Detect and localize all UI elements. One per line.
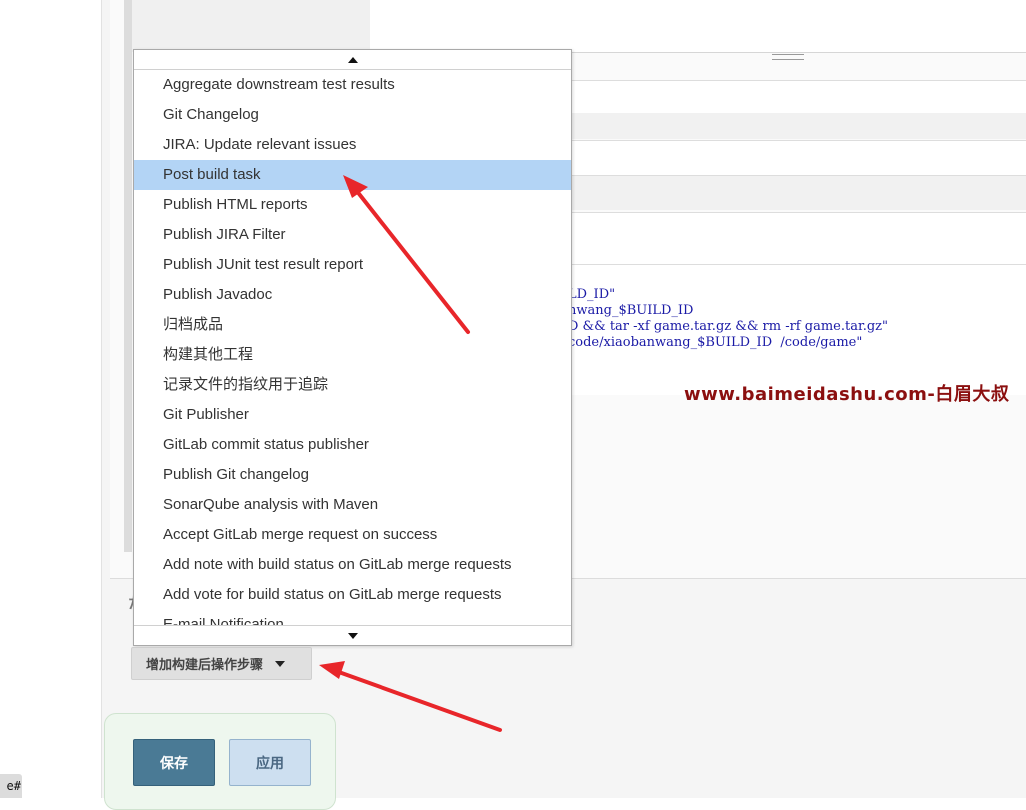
scroll-up-arrow-icon (347, 56, 358, 63)
corner-tag: e# (0, 774, 22, 798)
command-textarea-top[interactable] (370, 0, 1026, 53)
dropdown-scroll-up[interactable] (134, 50, 571, 70)
form-row (570, 80, 1026, 114)
dropdown-item[interactable]: Publish HTML reports (134, 190, 571, 220)
dropdown-item[interactable]: JIRA: Update relevant issues (134, 130, 571, 160)
dropdown-item[interactable]: 归档成品 (134, 310, 571, 340)
left-margin (0, 0, 102, 798)
dropdown-scroll-down[interactable] (134, 625, 571, 645)
chevron-down-icon (275, 660, 286, 667)
dropdown-item[interactable]: Git Changelog (134, 100, 571, 130)
scroll-down-arrow-icon (347, 632, 358, 639)
save-button[interactable]: 保存 (133, 739, 215, 786)
apply-button[interactable]: 应用 (229, 739, 311, 786)
dropdown-list: Aggregate downstream test results Git Ch… (134, 70, 571, 625)
code-line: LD_ID" (568, 287, 616, 302)
dropdown-item[interactable]: Add note with build status on GitLab mer… (134, 550, 571, 580)
shell-command-textarea[interactable]: LD_ID" nwang_$BUILD_ID D && tar -xf game… (568, 264, 1026, 395)
textarea-resize-handle[interactable] (772, 54, 804, 60)
dropdown-item[interactable]: Publish JIRA Filter (134, 220, 571, 250)
dropdown-item[interactable]: SonarQube analysis with Maven (134, 490, 571, 520)
dropdown-item[interactable]: GitLab commit status publisher (134, 430, 571, 460)
form-row-label (570, 113, 1026, 139)
post-build-step-dropdown[interactable]: Aggregate downstream test results Git Ch… (133, 49, 572, 646)
code-line: D && tar -xf game.tar.gz && rm -rf game.… (568, 319, 889, 334)
code-line: code/xiaobanwang_$BUILD_ID /code/game" (568, 335, 863, 350)
form-row (570, 212, 1026, 266)
section-rail (124, 0, 132, 552)
dropdown-item[interactable]: Aggregate downstream test results (134, 70, 571, 100)
dropdown-item[interactable]: Add vote for build status on GitLab merg… (134, 580, 571, 610)
form-row (570, 140, 1026, 176)
dropdown-item[interactable]: Accept GitLab merge request on success (134, 520, 571, 550)
dropdown-item[interactable]: Publish Git changelog (134, 460, 571, 490)
dropdown-item[interactable]: Publish Javadoc (134, 280, 571, 310)
dropdown-item[interactable]: 记录文件的指纹用于追踪 (134, 370, 571, 400)
add-post-build-step-label: 增加构建后操作步骤 (146, 658, 264, 673)
code-line: nwang_$BUILD_ID (568, 303, 694, 318)
watermark: www.baimeidashu.com-白眉大叔 (684, 384, 1010, 405)
dropdown-item[interactable]: Git Publisher (134, 400, 571, 430)
form-row-label (570, 176, 1026, 210)
shell-command-text: LD_ID" nwang_$BUILD_ID D && tar -xf game… (568, 287, 888, 351)
dropdown-item[interactable]: Publish JUnit test result report (134, 250, 571, 280)
dropdown-item-selected[interactable]: Post build task (134, 160, 571, 190)
dropdown-item[interactable]: E-mail Notification (134, 610, 571, 625)
add-post-build-step-button[interactable]: 增加构建后操作步骤 (131, 647, 312, 680)
section-header-cell (132, 0, 371, 52)
dropdown-item[interactable]: 构建其他工程 (134, 340, 571, 370)
